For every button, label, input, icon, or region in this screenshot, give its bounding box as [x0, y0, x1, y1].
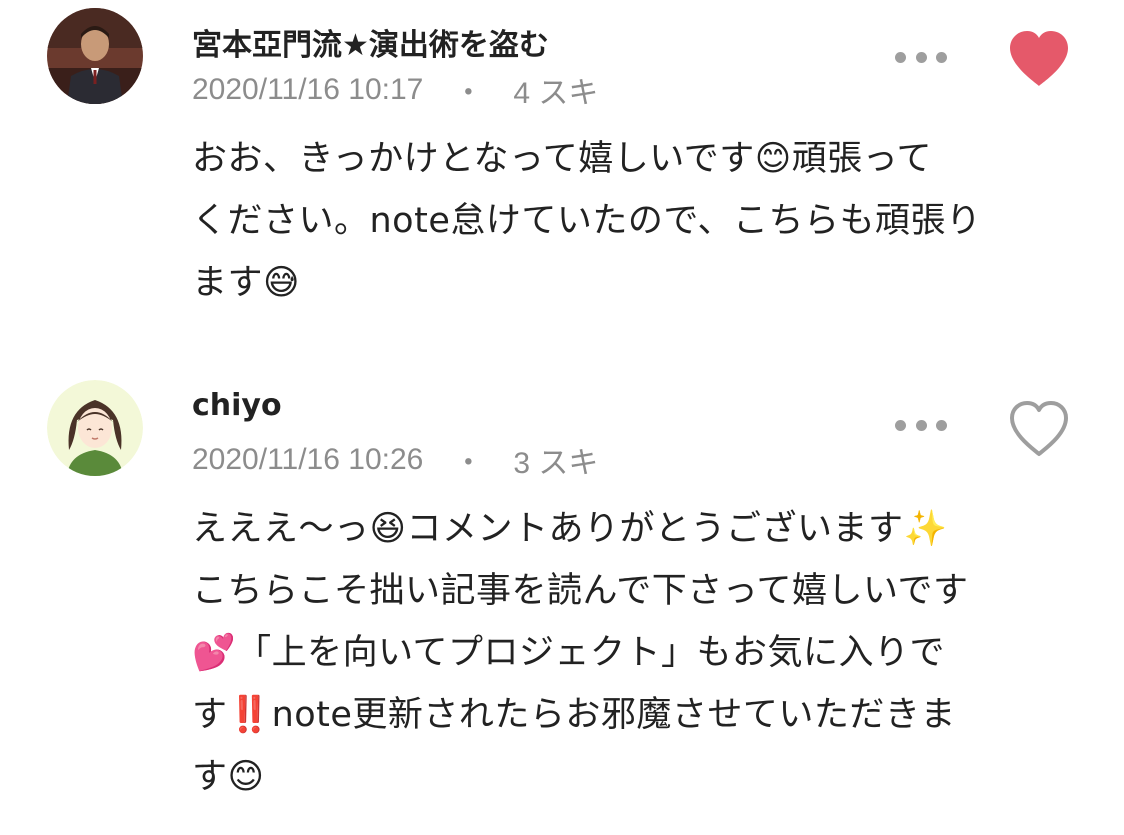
like-count[interactable]: 3 スキ — [513, 438, 598, 482]
comment-meta: 2020/11/16 10:17 ・ 4 スキ — [192, 68, 598, 112]
heart-filled-icon[interactable] — [1006, 28, 1072, 88]
avatar[interactable] — [47, 8, 143, 104]
more-dots-icon[interactable] — [895, 413, 947, 437]
comment-author[interactable]: 宮本亞門流★演出術を盗む — [192, 20, 549, 64]
comment-date: 2020/11/16 10:17 — [192, 73, 424, 106]
comment-author[interactable]: chiyo — [192, 388, 282, 423]
comment-item: 宮本亞門流★演出術を盗む 2020/11/16 10:17 ・ 4 スキ おお、… — [0, 0, 1124, 350]
like-count[interactable]: 4 スキ — [513, 68, 598, 112]
more-dots-icon[interactable] — [895, 45, 947, 69]
meta-separator: ・ — [453, 447, 484, 480]
comment-date: 2020/11/16 10:26 — [192, 443, 424, 476]
meta-separator: ・ — [453, 77, 484, 110]
avatar[interactable] — [47, 380, 143, 476]
comment-item: chiyo 2020/11/16 10:26 ・ 3 スキ えええ〜っ😆コメント… — [0, 360, 1124, 835]
comment-text: えええ〜っ😆コメントありがとうございます✨ こちらこそ拙い記事を読んで下さって嬉… — [192, 509, 969, 797]
heart-outline-icon[interactable] — [1006, 398, 1072, 458]
comment-text: おお、きっかけとなって嬉しいです😊頑張って ください。note怠けていたので、こ… — [192, 139, 982, 303]
comment-meta: 2020/11/16 10:26 ・ 3 スキ — [192, 438, 598, 482]
